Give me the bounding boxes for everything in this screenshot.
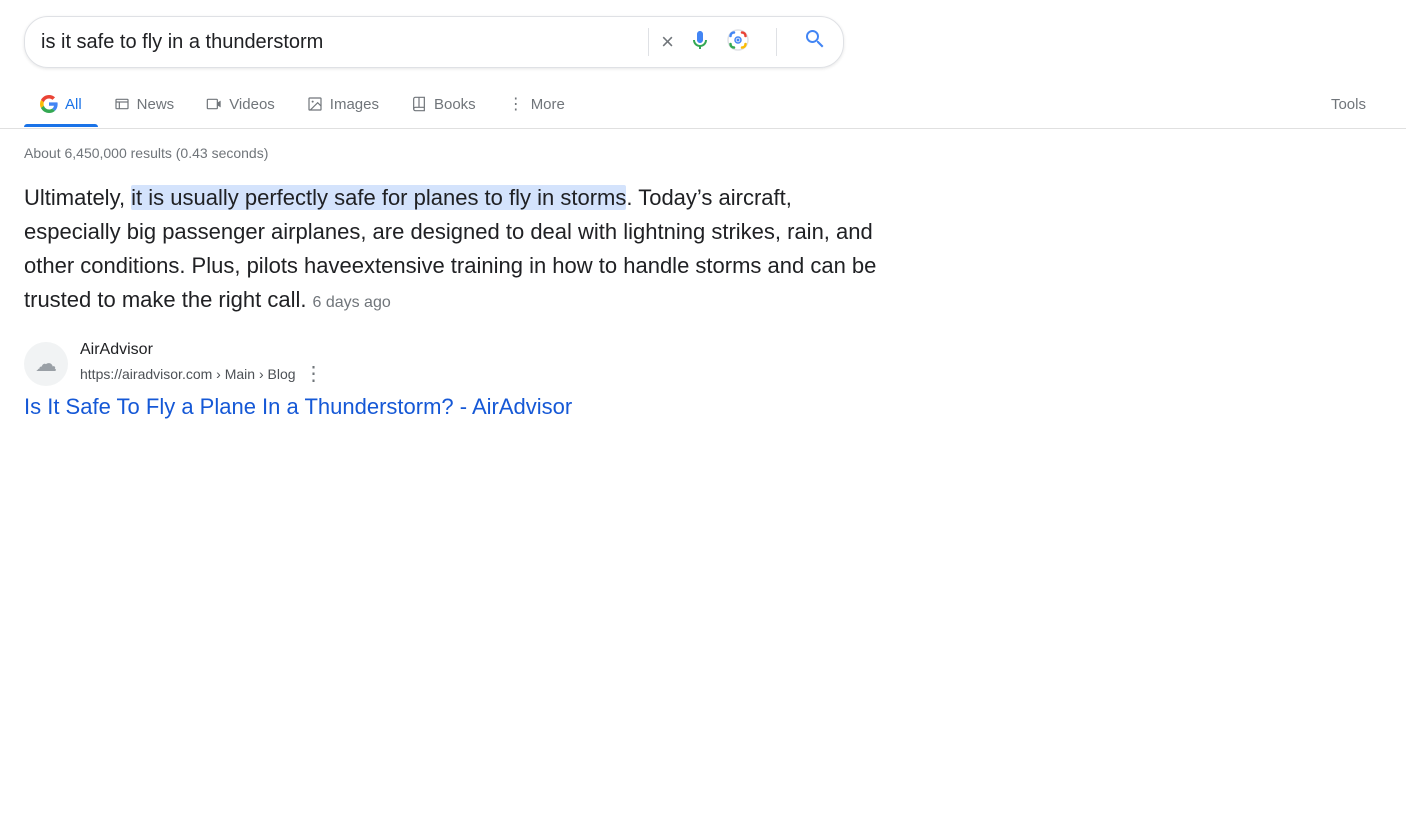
snippet-highlighted: it is usually perfectly safe for planes …	[131, 185, 626, 210]
search-bar: is it safe to fly in a thunderstorm ×	[24, 16, 844, 68]
search-bar-divider	[648, 28, 649, 56]
tab-news-label: News	[137, 96, 175, 113]
news-tab-icon	[114, 96, 130, 112]
tab-all-label: All	[65, 96, 82, 113]
source-favicon: ☁	[24, 342, 68, 386]
tab-videos-label: Videos	[229, 96, 275, 113]
source-name: AirAdvisor	[80, 341, 324, 359]
microphone-icon[interactable]	[688, 28, 712, 57]
search-action-icons: ×	[661, 27, 827, 57]
source-info: AirAdvisor https://airadvisor.com › Main…	[80, 341, 324, 386]
snippet-timestamp: 6 days ago	[312, 294, 390, 311]
clear-icon[interactable]: ×	[661, 31, 674, 53]
source-menu-icon[interactable]: ⋮	[304, 361, 324, 386]
google-lens-icon[interactable]	[726, 28, 750, 57]
tab-books[interactable]: Books	[395, 82, 492, 127]
all-tab-icon	[40, 95, 58, 113]
tab-images-label: Images	[330, 96, 379, 113]
tab-images[interactable]: Images	[291, 82, 395, 127]
result-title-link[interactable]: Is It Safe To Fly a Plane In a Thunderst…	[24, 394, 572, 419]
tab-more[interactable]: ⋮ More	[492, 80, 581, 128]
snippet-text: Ultimately, it is usually perfectly safe…	[24, 181, 884, 317]
tools-label: Tools	[1331, 96, 1366, 113]
tab-more-label: More	[531, 96, 565, 113]
cloud-icon: ☁	[35, 351, 57, 377]
snippet-prefix: Ultimately,	[24, 185, 131, 210]
tools-button[interactable]: Tools	[1315, 82, 1382, 127]
tab-all[interactable]: All	[24, 81, 98, 127]
results-container: About 6,450,000 results (0.43 seconds) U…	[0, 129, 1406, 420]
tab-books-label: Books	[434, 96, 476, 113]
more-tab-icon: ⋮	[508, 94, 524, 114]
featured-snippet: Ultimately, it is usually perfectly safe…	[24, 181, 884, 317]
search-input[interactable]: is it safe to fly in a thunderstorm	[41, 31, 636, 54]
search-bar-area: is it safe to fly in a thunderstorm ×	[0, 0, 1406, 80]
source-row: ☁ AirAdvisor https://airadvisor.com › Ma…	[24, 341, 1382, 386]
tab-videos[interactable]: Videos	[190, 82, 291, 127]
tab-news[interactable]: News	[98, 82, 191, 127]
videos-tab-icon	[206, 96, 222, 112]
source-url-row: https://airadvisor.com › Main › Blog ⋮	[80, 361, 324, 386]
results-count: About 6,450,000 results (0.43 seconds)	[24, 145, 1382, 161]
source-url: https://airadvisor.com › Main › Blog	[80, 366, 296, 382]
nav-tabs: All News Videos Images	[0, 80, 1406, 129]
books-tab-icon	[411, 96, 427, 112]
images-tab-icon	[307, 96, 323, 112]
submit-divider	[776, 28, 777, 56]
search-submit-icon[interactable]	[803, 27, 827, 57]
